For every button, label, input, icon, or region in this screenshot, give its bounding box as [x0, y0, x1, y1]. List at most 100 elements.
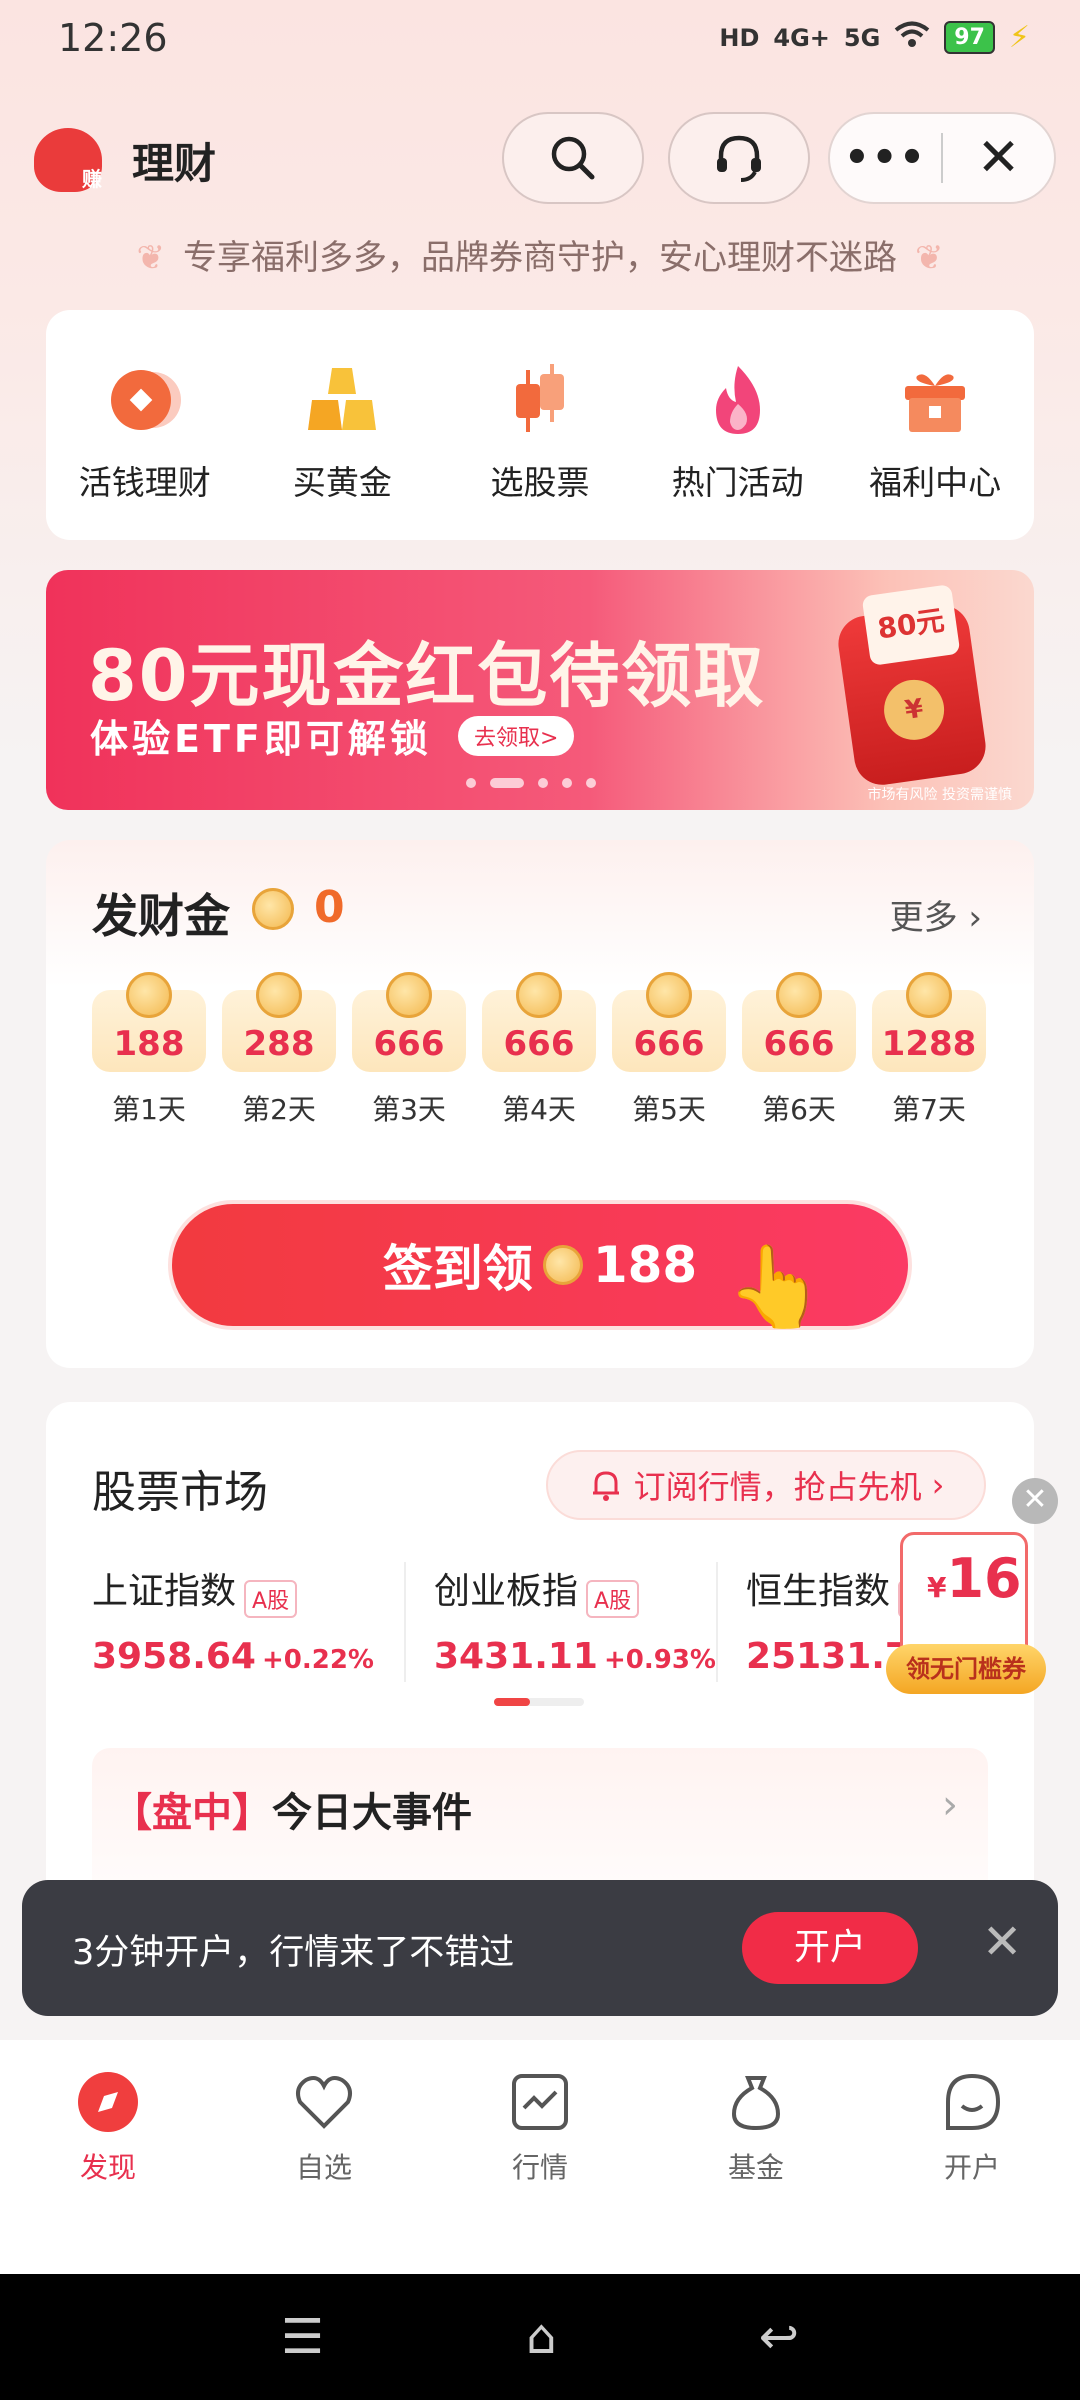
day-box: 666: [352, 972, 466, 1072]
fortune-card: 发财金 0 更多 › 188 第1天 288 第2天 666 第3天 666 第4天 6…: [46, 840, 1034, 1368]
day-box: 666: [742, 972, 856, 1072]
day-item: 666 第4天: [482, 972, 596, 1128]
index-value: 3431.11: [434, 1635, 598, 1677]
nav-label: 活钱理财: [78, 463, 211, 502]
day-value: 1288: [881, 1024, 977, 1064]
day-value: 188: [113, 1024, 185, 1064]
header: 理财 ••• ✕: [0, 110, 1080, 210]
gold-coin-icon: [256, 972, 302, 1018]
nav-item-events[interactable]: 热门活动: [639, 310, 837, 540]
banner-claim-button[interactable]: 去领取>: [458, 716, 575, 756]
nav-label: 买黄金: [292, 463, 392, 502]
gold-coin-icon: [252, 888, 294, 930]
nav-item-stocks[interactable]: 选股票: [441, 310, 639, 540]
index-name: 上证指数: [92, 1571, 237, 1612]
open-account-button[interactable]: 开户: [742, 1912, 918, 1984]
day-label: 第6天: [762, 1093, 836, 1126]
tab-fund[interactable]: 基金: [648, 2070, 864, 2274]
fortune-count: 0: [314, 882, 345, 933]
gold-coin-icon: [386, 972, 432, 1018]
carousel-dot: [466, 778, 476, 788]
day-label: 第3天: [372, 1093, 446, 1126]
pointing-hand-icon: 👆: [726, 1240, 826, 1333]
coupon-close-button[interactable]: ✕: [1012, 1478, 1058, 1524]
gold-coin-icon: [126, 972, 172, 1018]
fortune-title: 发财金: [92, 889, 230, 943]
slogan: ❦ 专享福利多多，品牌券商守护，安心理财不迷路 ❦: [0, 230, 1080, 279]
event-tag: 【盘中】: [112, 1790, 272, 1836]
day-label: 第1天: [112, 1093, 186, 1126]
day-box: 666: [482, 972, 596, 1072]
index-change: +0.93%: [603, 1644, 716, 1675]
compass-icon: [76, 2070, 140, 2134]
system-nav-bar: ☰ ⌂ ↩: [0, 2274, 1080, 2400]
tab-discover[interactable]: 发现: [0, 2070, 216, 2274]
gold-coin-icon: [906, 972, 952, 1018]
search-button[interactable]: [502, 112, 644, 204]
carousel-dot-active: [490, 778, 524, 788]
nav-item-gold[interactable]: 买黄金: [244, 310, 442, 540]
index-name: 创业板指: [434, 1571, 579, 1612]
back-icon[interactable]: ↩: [759, 2309, 799, 2365]
more-link-label: 更多: [889, 898, 958, 938]
index-name: 恒生指数: [746, 1571, 891, 1612]
coin-icon: [105, 360, 185, 440]
wifi-icon: [894, 21, 930, 55]
carousel-dots: [466, 778, 596, 788]
more-button[interactable]: •••: [830, 135, 941, 181]
carousel-dot: [562, 778, 572, 788]
stock-market-title: 股票市场: [92, 1467, 268, 1518]
more-link[interactable]: 更多 ›: [890, 890, 982, 939]
home-icon[interactable]: ⌂: [526, 2309, 556, 2365]
signal-4g-icon: 4G+: [773, 23, 830, 52]
nav-item-huoqian[interactable]: 活钱理财: [46, 310, 244, 540]
day-item: 666 第6天: [742, 972, 856, 1128]
gift-icon: [895, 360, 975, 440]
day-value: 666: [373, 1024, 445, 1064]
close-button[interactable]: ✕: [943, 128, 1054, 188]
day-item: 666 第5天: [612, 972, 726, 1128]
toast-close-button[interactable]: ✕: [982, 1914, 1022, 1970]
laurel-right-icon: ❦: [915, 238, 944, 278]
chevron-right-icon: ›: [942, 1782, 958, 1828]
subscribe-label: 订阅行情，抢占先机: [633, 1468, 922, 1506]
day-item: 1288 第7天: [872, 972, 986, 1128]
open-account-toast: 3分钟开户，行情来了不错过 开户 ✕: [22, 1880, 1058, 2016]
day-value: 288: [243, 1024, 315, 1064]
promo-banner[interactable]: 80元现金红包待领取 体验ETF即可解锁 去领取> ¥ 80元 市场有风险 投资…: [46, 570, 1034, 810]
tab-watchlist[interactable]: 自选: [216, 2070, 432, 2274]
tab-open-account[interactable]: 开户: [864, 2070, 1080, 2274]
menu-icon[interactable]: ☰: [281, 2309, 324, 2365]
day-label: 第4天: [502, 1093, 576, 1126]
envelope-coin-icon: ¥: [880, 675, 948, 744]
tab-market[interactable]: 行情: [432, 2070, 648, 2274]
toast-text: 3分钟开户，行情来了不错过: [72, 1933, 515, 1973]
nav-item-welfare[interactable]: 福利中心: [836, 310, 1034, 540]
nav-label: 热门活动: [671, 463, 804, 502]
coupon-card: ¥16: [900, 1532, 1028, 1662]
coupon-ribbon: 领无门槛券: [886, 1644, 1046, 1694]
bell-icon: [592, 1471, 619, 1501]
subscribe-button[interactable]: 订阅行情，抢占先机 ›: [546, 1450, 986, 1520]
day-box: 1288: [872, 972, 986, 1072]
day-box: 666: [612, 972, 726, 1072]
battery-icon: 97: [944, 21, 995, 54]
carousel-dot: [538, 778, 548, 788]
index-item-chinext[interactable]: 创业板指 A股 3431.11 +0.93%: [404, 1562, 716, 1682]
coupon-amount: 16: [946, 1547, 1022, 1610]
floating-coupon[interactable]: ¥16 领无门槛券: [886, 1532, 1046, 1696]
banner-title: 80元现金红包待领取: [88, 635, 766, 717]
banner-subtitle: 体验ETF即可解锁: [90, 717, 432, 761]
envelope-card-label: 80元: [861, 584, 961, 666]
day-box: 288: [222, 972, 336, 1072]
index-item-sse[interactable]: 上证指数 A股 3958.64 +0.22%: [92, 1562, 404, 1682]
market-tag: A股: [244, 1579, 298, 1618]
signin-amount: 188: [592, 1236, 698, 1294]
laurel-left-icon: ❦: [136, 238, 166, 278]
heart-icon: [292, 2070, 356, 2134]
chevron-right-icon: ›: [931, 1466, 945, 1504]
event-title: 今日大事件: [272, 1790, 472, 1836]
day-label: 第7天: [892, 1093, 966, 1126]
customer-service-button[interactable]: [668, 112, 810, 204]
coupon-currency: ¥: [927, 1571, 947, 1604]
